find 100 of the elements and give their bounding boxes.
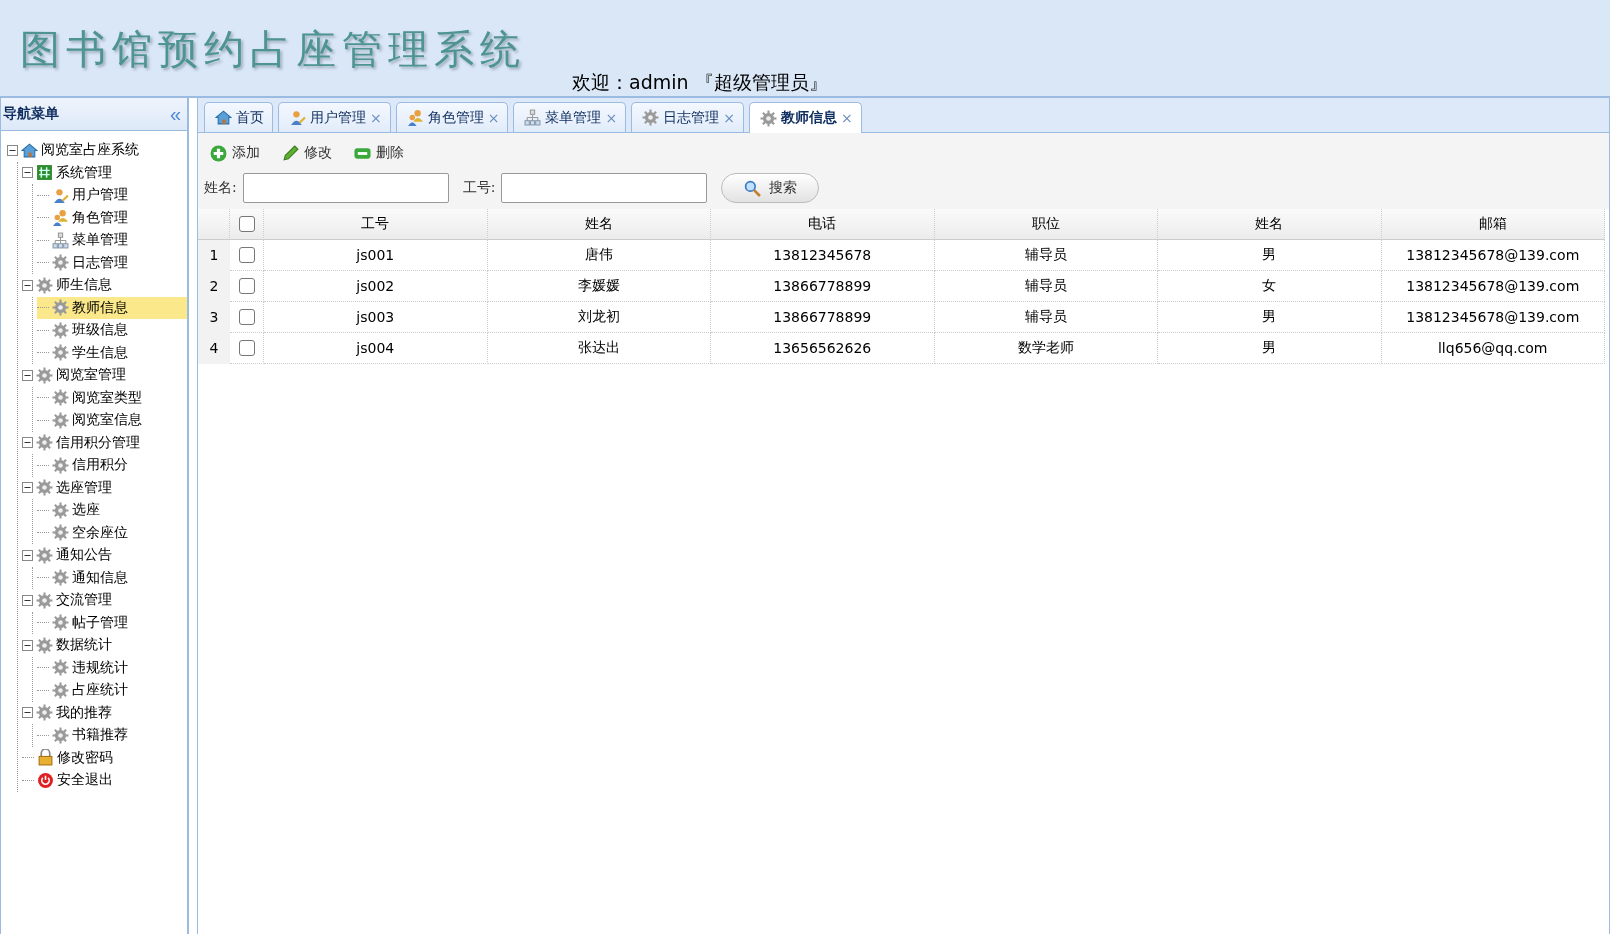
tree-item[interactable]: 师生信息 xyxy=(22,274,187,297)
tree-item[interactable]: 用户管理 xyxy=(37,184,187,207)
gear-icon xyxy=(36,434,53,452)
user-icon xyxy=(289,109,306,126)
tree-item[interactable]: 日志管理 xyxy=(37,251,187,274)
field-label: 工号: xyxy=(462,179,496,197)
gear-icon xyxy=(52,614,69,632)
row-number: 1 xyxy=(198,240,230,271)
user-icon xyxy=(52,186,69,204)
toolbar-button[interactable]: 修改 xyxy=(280,142,334,164)
collapse-icon[interactable] xyxy=(22,594,33,606)
hash-icon xyxy=(36,164,53,182)
table-cell: 男 xyxy=(1158,240,1382,271)
gear-icon xyxy=(36,546,53,564)
gear-icon xyxy=(52,299,69,317)
tree-item[interactable]: 修改密码 xyxy=(22,746,187,769)
tree-item[interactable]: 书籍推荐 xyxy=(37,724,187,747)
checkbox[interactable] xyxy=(238,309,255,325)
tree-item[interactable]: 学生信息 xyxy=(37,341,187,364)
collapse-icon[interactable] xyxy=(22,482,33,494)
tree-item[interactable]: 阅览室类型 xyxy=(37,386,187,409)
table-cell: js003 xyxy=(264,302,488,333)
row-number: 4 xyxy=(198,333,230,364)
gear-icon xyxy=(642,109,660,126)
table-cell: 唐伟 xyxy=(487,240,711,271)
gear-icon xyxy=(52,344,69,362)
collapse-icon[interactable] xyxy=(22,549,33,561)
tab[interactable]: 菜单管理 × xyxy=(513,102,627,132)
gear-icon xyxy=(36,276,53,294)
tree-item[interactable]: 安全退出 xyxy=(22,769,187,792)
collapse-icon[interactable] xyxy=(22,707,33,719)
sitemap-icon xyxy=(52,231,69,249)
collapse-icon[interactable] xyxy=(22,639,33,651)
tree-item[interactable]: 违规统计 xyxy=(37,656,187,679)
tree-item[interactable]: 阅览室管理 xyxy=(22,364,187,387)
toolbar-button[interactable]: 添加 xyxy=(208,142,262,164)
tree-item[interactable]: 菜单管理 xyxy=(37,229,187,252)
table-cell: 数学老师 xyxy=(934,333,1158,364)
input-field[interactable] xyxy=(242,173,449,203)
checkbox[interactable] xyxy=(238,278,255,294)
tree-item[interactable]: 教师信息 xyxy=(37,296,187,319)
row-number: 2 xyxy=(198,271,230,302)
tree-item[interactable]: 信用积分 xyxy=(37,454,187,477)
collapse-icon[interactable] xyxy=(7,144,18,156)
column-header[interactable]: 姓名 xyxy=(487,209,711,240)
table-cell: 辅导员 xyxy=(934,271,1158,302)
checkbox[interactable] xyxy=(238,340,255,356)
gear-icon xyxy=(52,456,69,474)
column-header[interactable]: 工号 xyxy=(264,209,488,240)
tree-item[interactable]: 阅览室占座系统 xyxy=(7,139,187,162)
column-header[interactable]: 邮箱 xyxy=(1381,209,1605,240)
tree-item[interactable]: 角色管理 xyxy=(37,206,187,229)
gear-icon xyxy=(759,109,777,127)
tree-item[interactable]: 阅览室信息 xyxy=(37,409,187,432)
pencil-icon xyxy=(282,144,299,162)
checkbox[interactable] xyxy=(238,247,255,263)
table-cell: js001 xyxy=(264,240,488,271)
input-field[interactable] xyxy=(501,173,708,203)
close-icon[interactable]: × xyxy=(840,110,853,126)
table-cell: 13812345678 xyxy=(711,240,935,271)
collapse-icon[interactable] xyxy=(22,437,33,449)
tree-item[interactable]: 系统管理 xyxy=(22,161,187,184)
tree-item[interactable]: 帖子管理 xyxy=(37,611,187,634)
tree-item[interactable]: 信用积分管理 xyxy=(22,431,187,454)
tree-item[interactable]: 通知信息 xyxy=(37,566,187,589)
tree-item[interactable]: 我的推荐 xyxy=(22,701,187,724)
tree-item[interactable]: 空余座位 xyxy=(37,521,187,544)
tree-item[interactable]: 通知公告 xyxy=(22,544,187,567)
checkbox[interactable] xyxy=(238,216,255,232)
tab[interactable]: 角色管理 × xyxy=(395,102,509,132)
table-cell: 13812345678@139.com xyxy=(1381,271,1605,302)
column-header[interactable]: 电话 xyxy=(711,209,935,240)
tree-item[interactable]: 选座管理 xyxy=(22,476,187,499)
gear-icon xyxy=(52,321,69,339)
column-header[interactable]: 姓名 xyxy=(1158,209,1382,240)
gear-icon xyxy=(36,479,53,497)
collapse-icon[interactable] xyxy=(22,167,33,179)
table-cell: 刘龙初 xyxy=(487,302,711,333)
column-header[interactable]: 职位 xyxy=(934,209,1158,240)
table-cell: 男 xyxy=(1158,333,1382,364)
tree-item[interactable]: 占座统计 xyxy=(37,679,187,702)
tree-item[interactable]: 班级信息 xyxy=(37,319,187,342)
table-cell: 13812345678@139.com xyxy=(1381,240,1605,271)
gear-icon xyxy=(52,659,69,677)
padlock-icon xyxy=(37,749,54,767)
collapse-icon[interactable] xyxy=(22,369,33,381)
table-cell: 辅导员 xyxy=(934,302,1158,333)
table-cell: js002 xyxy=(264,271,488,302)
tab[interactable]: 日志管理 × xyxy=(631,102,744,132)
toolbar-button[interactable]: 删除 xyxy=(352,142,406,164)
tab[interactable]: 教师信息 × xyxy=(748,102,862,133)
tree-item[interactable]: 交流管理 xyxy=(22,589,187,612)
search-button[interactable]: 搜索 xyxy=(721,173,820,203)
tab[interactable]: 用户管理 × xyxy=(278,102,391,132)
house-icon xyxy=(215,109,232,126)
gear-icon xyxy=(52,681,69,699)
tree-item[interactable]: 数据统计 xyxy=(22,634,187,657)
tree-item[interactable]: 选座 xyxy=(37,499,187,522)
tab[interactable]: 首页 xyxy=(204,102,273,132)
collapse-icon[interactable] xyxy=(22,279,33,291)
